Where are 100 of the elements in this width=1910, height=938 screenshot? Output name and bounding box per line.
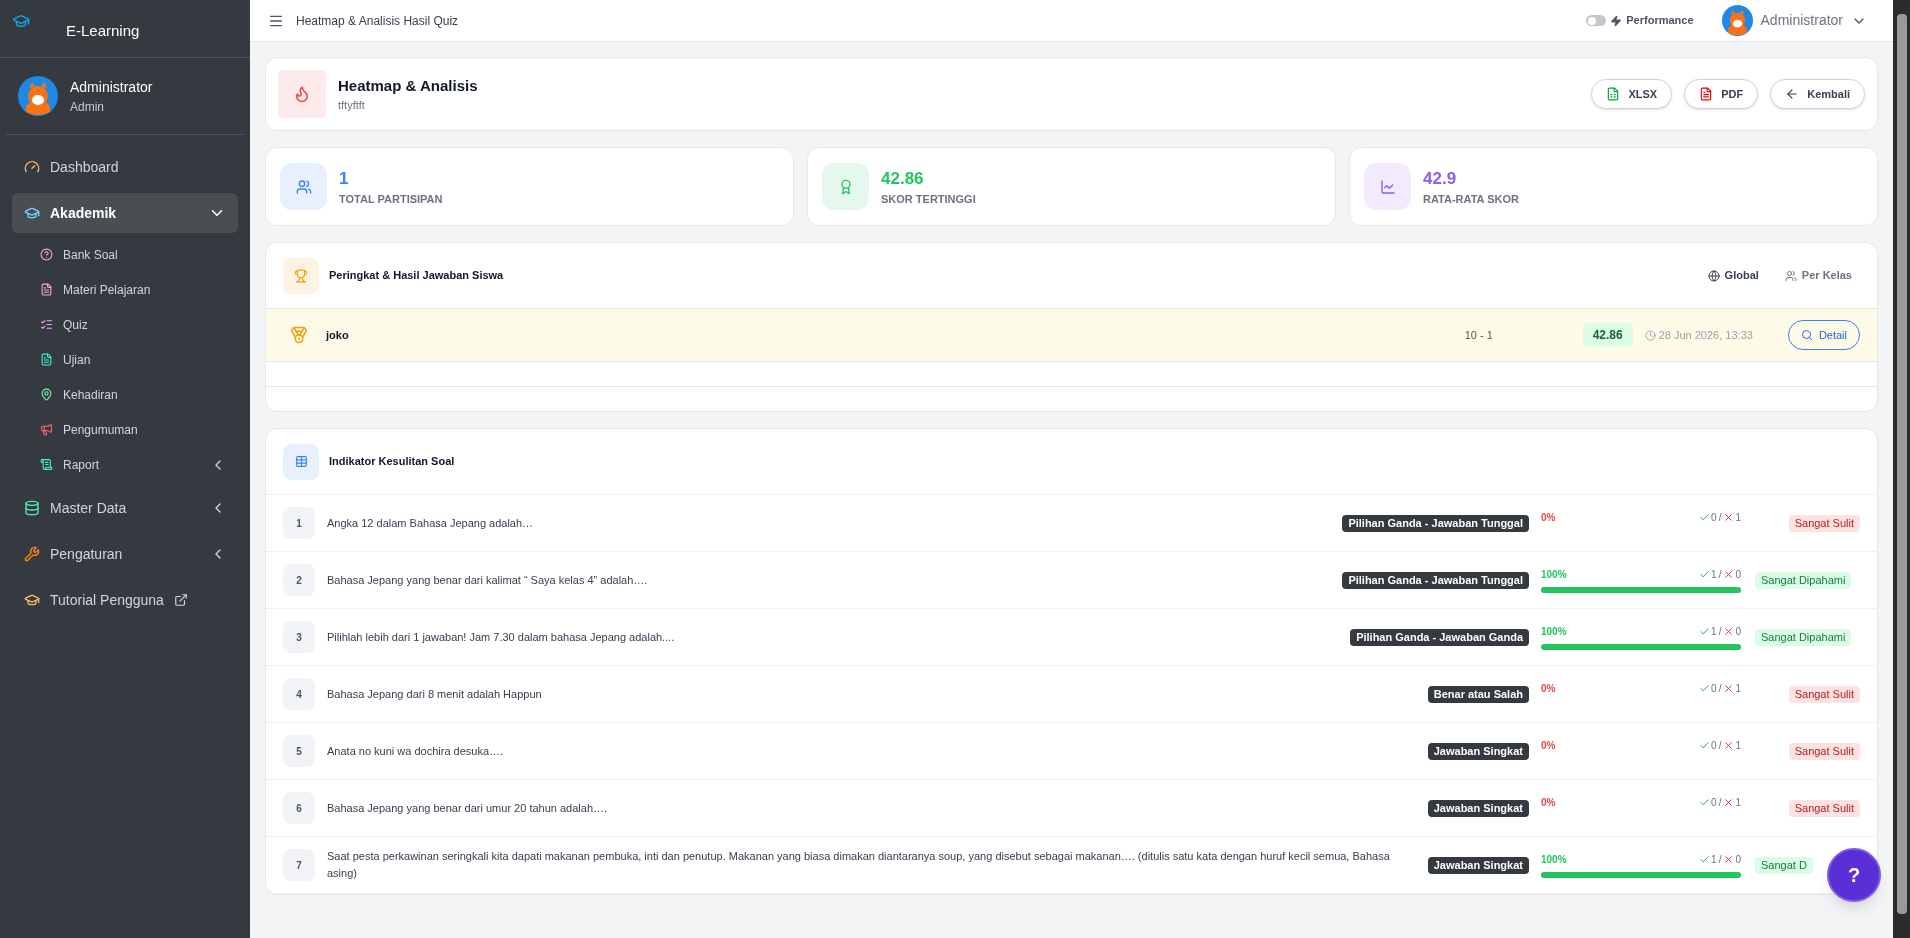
nav-item[interactable]: Pengaturan (12, 534, 238, 574)
graduation-cap-icon (24, 592, 40, 608)
section-title: Indikator Kesulitan Soal (329, 454, 455, 470)
question-text: Bahasa Jepang yang benar dari kalimat “ Saya kelas 4” adalah…. (327, 572, 649, 588)
nav-subitem[interactable]: Kehadiran (12, 377, 238, 412)
separator-slash: / (1718, 796, 1722, 810)
external-link-icon (173, 593, 188, 607)
nav-subitem[interactable]: Ujian (12, 342, 238, 377)
difficulty-badge: Sangat Dipahami (1755, 628, 1852, 646)
question-type-badge: Pilihan Ganda - Jawaban Tunggal (1342, 571, 1529, 589)
difficulty-badge: Sangat Sulit (1788, 685, 1860, 703)
lightning-icon (1610, 14, 1623, 27)
performance-label: Performance (1626, 13, 1694, 29)
check-icon (1699, 797, 1711, 808)
difficulty-badge: Sangat Sulit (1788, 742, 1860, 760)
separator-slash: / (1718, 739, 1722, 753)
wrong-count: 1 (1735, 796, 1741, 810)
wrong-count: 0 (1735, 853, 1741, 867)
question-number: 1 (283, 507, 315, 539)
database-icon (24, 500, 40, 516)
nav-item[interactable]: Tutorial Pengguna (12, 580, 238, 620)
percent-label: 100% (1541, 568, 1567, 582)
difficulty-badge: Sangat D (1755, 856, 1813, 874)
submit-time: 28 Jun 2026, 13:33 (1658, 327, 1753, 343)
pdf-icon (1699, 87, 1714, 101)
graduation-cap-icon (12, 12, 30, 30)
check-icon (1699, 569, 1711, 580)
question-type-badge: Pilihan Ganda - Jawaban Ganda (1350, 628, 1529, 646)
spreadsheet-icon (1606, 87, 1621, 101)
nav-subitem[interactable]: Materi Pelajaran (12, 272, 238, 307)
document-icon (40, 283, 53, 296)
separator-slash: / (1718, 853, 1722, 867)
question-text: Bahasa Jepang yang benar dari umur 20 tahun adalah…. (327, 800, 609, 816)
check-icon (1699, 740, 1711, 751)
trophy-icon (294, 268, 308, 283)
correct-count: 0 (1711, 511, 1717, 525)
avatar-icon (18, 76, 58, 116)
map-pin-icon (40, 388, 53, 401)
cross-icon (1723, 512, 1735, 523)
question-type-badge: Jawaban Singkat (1427, 856, 1529, 874)
question-text: Angka 12 dalam Bahasa Jepang adalah… (327, 515, 535, 531)
nav-subitem[interactable]: Bank Soal (12, 237, 238, 272)
nav-subitem[interactable]: Pengumuman (12, 412, 238, 447)
difficulty-badge: Sangat Sulit (1788, 799, 1860, 817)
user-menu[interactable]: Administrator (1721, 5, 1875, 36)
brand-name: E-Learning (66, 21, 140, 41)
correct-count: 0 (1711, 739, 1717, 753)
wrong-count: 0 (1735, 568, 1741, 582)
stat-value: 42.9 (1423, 167, 1458, 190)
grid-icon (294, 455, 308, 468)
wrong-count: 0 (1735, 625, 1741, 639)
question-number: 6 (283, 792, 315, 824)
question-number: 3 (283, 621, 315, 653)
wrong-count: 1 (1735, 682, 1741, 696)
stat-value: 42.86 (881, 167, 925, 190)
globe-icon (1707, 269, 1720, 282)
question-text: Anata no kuni wa dochira desuka…. (327, 743, 505, 759)
nav-subitem[interactable]: Quiz (12, 307, 238, 342)
action-button[interactable]: PDF (1684, 79, 1759, 109)
question-number: 4 (283, 678, 315, 710)
arrow-left-icon (1785, 87, 1800, 101)
graduation-cap-icon (24, 205, 40, 221)
nav-subitem[interactable]: Raport (12, 447, 238, 482)
correct-count: 0 (1711, 796, 1717, 810)
check-icon (1699, 512, 1711, 523)
cross-icon (1723, 854, 1735, 865)
clock-icon (1644, 329, 1656, 341)
search-icon (1800, 329, 1813, 341)
question-number: 7 (283, 849, 315, 881)
separator-slash: / (1718, 625, 1722, 639)
line-chart-icon (1379, 178, 1396, 195)
percent-label: 0% (1541, 511, 1556, 525)
nav-item[interactable]: Dashboard (12, 147, 238, 187)
help-button[interactable]: ? (1827, 848, 1881, 902)
stat-label: TOTAL PARTISIPAN (339, 192, 443, 207)
check-icon (1699, 683, 1711, 694)
separator-slash: / (1718, 511, 1722, 525)
card-title: Heatmap & Analisis (338, 75, 478, 96)
filter-tab[interactable]: Global (1699, 263, 1767, 288)
checklist-icon (40, 318, 53, 331)
action-button[interactable]: XLSX (1591, 79, 1673, 109)
megaphone-icon (40, 423, 53, 436)
nav-item[interactable]: Akademik (12, 193, 238, 233)
page-title: Heatmap & Analisis Hasil Quiz (296, 12, 459, 30)
percent-label: 0% (1541, 682, 1556, 696)
stat-value: 1 (339, 167, 350, 190)
correct-count: 1 (1711, 568, 1717, 582)
action-button[interactable]: Kembali (1770, 79, 1865, 109)
correct-count: 1 (1711, 625, 1717, 639)
performance-toggle[interactable] (1586, 15, 1607, 26)
question-type-badge: Benar atau Salah (1427, 685, 1529, 703)
wrong-count: 1 (1735, 511, 1741, 525)
nav-item[interactable]: Master Data (12, 488, 238, 528)
card-subtitle: tftyftft (338, 98, 366, 113)
scrollbar-thumb[interactable] (1896, 14, 1907, 914)
users-icon (1784, 269, 1797, 282)
question-type-badge: Pilihan Ganda - Jawaban Tunggal (1342, 514, 1529, 532)
difficulty-badge: Sangat Sulit (1788, 514, 1860, 532)
filter-tab[interactable]: Per Kelas (1776, 263, 1860, 288)
section-title: Peringkat & Hasil Jawaban Siswa (329, 268, 504, 284)
